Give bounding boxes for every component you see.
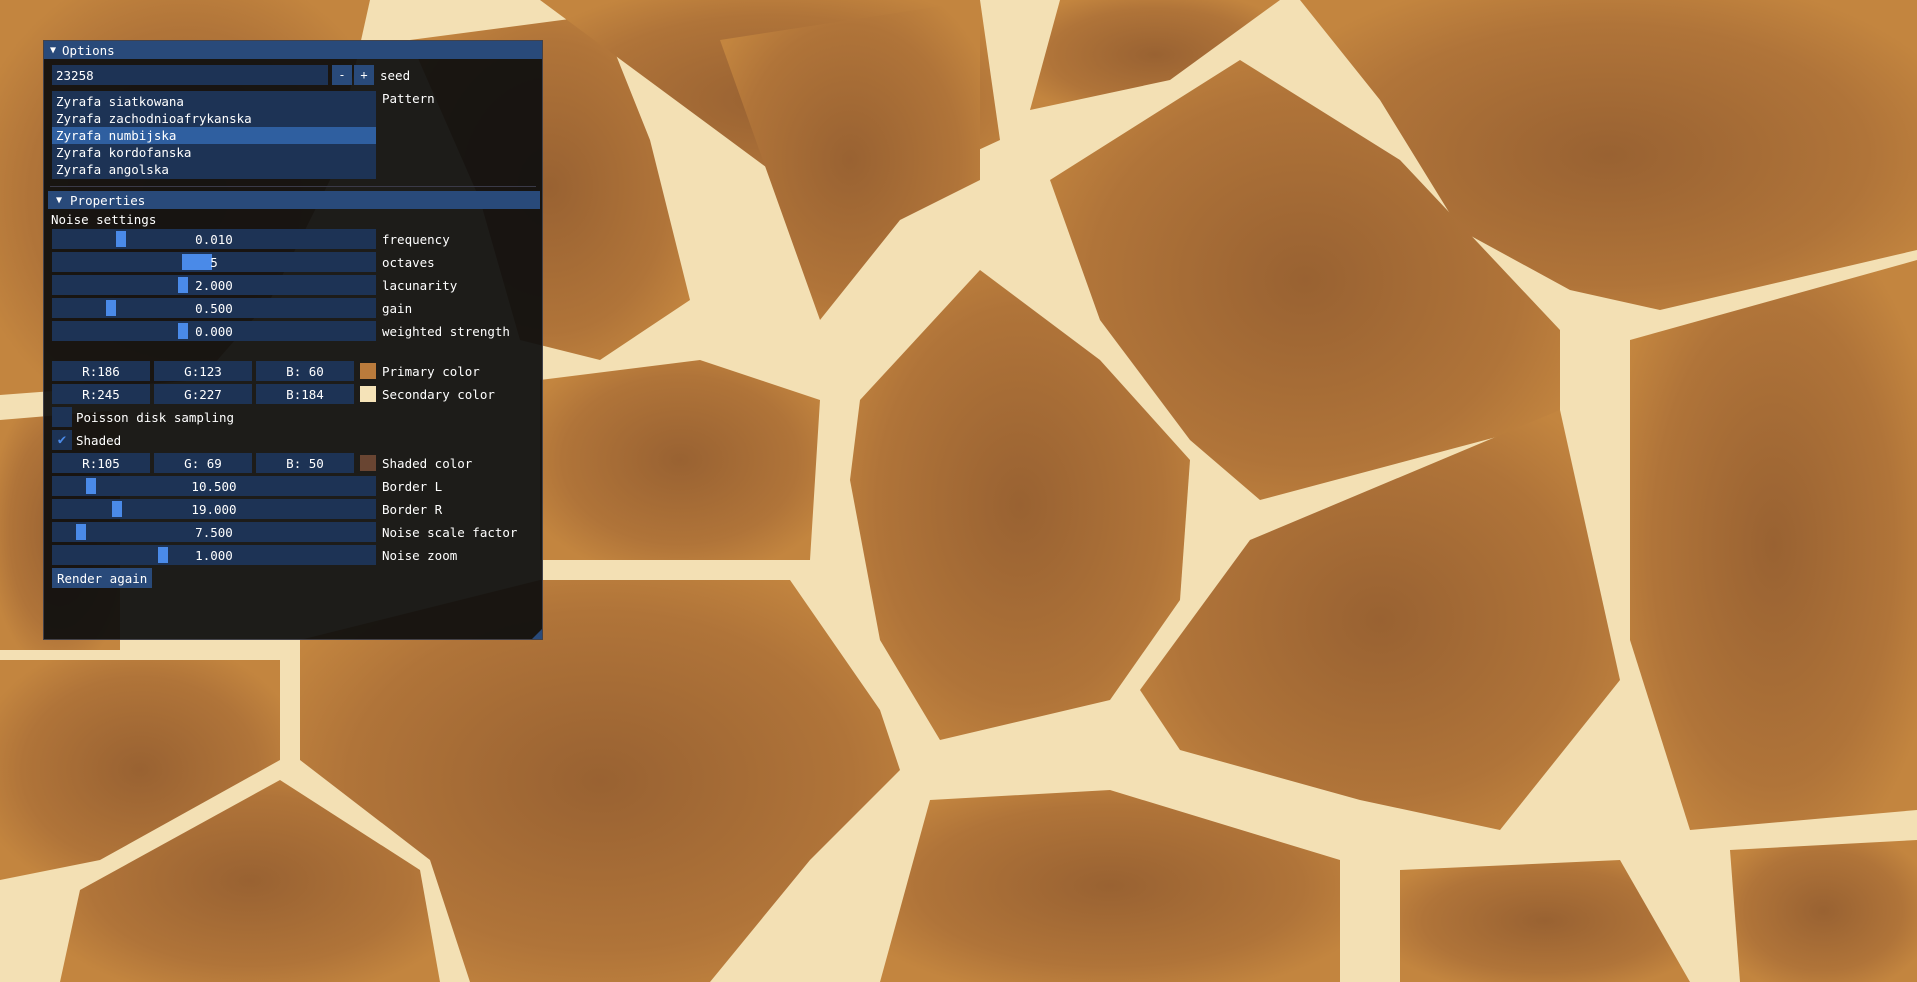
slider-row: 7.500 Noise scale factor [52, 522, 517, 542]
properties-title: Properties [70, 192, 146, 208]
slider-grab[interactable] [178, 323, 188, 339]
noise-zoom-slider[interactable]: 1.000 [52, 545, 376, 565]
window-title: Options [62, 42, 115, 58]
seed-increment-button[interactable]: + [354, 65, 374, 85]
slider-grab[interactable] [112, 501, 122, 517]
frequency-slider[interactable]: 0.010 [52, 229, 376, 249]
secondary-color-swatch[interactable] [360, 386, 376, 402]
options-titlebar[interactable]: ▼ Options [44, 41, 542, 59]
slider-grab[interactable] [86, 478, 96, 494]
shaded-row: ✔ Shaded [52, 430, 121, 450]
noise-scale-factor-slider[interactable]: 7.500 [52, 522, 376, 542]
lacunarity-slider[interactable]: 2.000 [52, 275, 376, 295]
border-r-slider[interactable]: 19.000 [52, 499, 376, 519]
octaves-label: octaves [382, 254, 435, 270]
properties-header[interactable]: ▼ Properties [48, 191, 540, 209]
noise-scale-factor-label: Noise scale factor [382, 524, 518, 540]
octaves-slider[interactable]: 5 [52, 252, 376, 272]
slider-row: 5 octaves [52, 252, 435, 272]
render-row: Render again [52, 568, 153, 588]
primary-color-swatch[interactable] [360, 363, 376, 379]
secondary-b-field[interactable]: B:184 [256, 384, 354, 404]
slider-row: 0.010 frequency [52, 229, 450, 249]
primary-color-label: Primary color [382, 363, 480, 379]
pattern-item[interactable]: Zyrafa angolska [52, 161, 376, 178]
pattern-item[interactable]: Zyrafa zachodnioafrykanska [52, 110, 376, 127]
border-l-slider[interactable]: 10.500 [52, 476, 376, 496]
slider-row: 0.000 weighted strength [52, 321, 510, 341]
primary-g-field[interactable]: G:123 [154, 361, 252, 381]
shaded-checkbox[interactable]: ✔ [52, 430, 72, 450]
weighted-strength-label: weighted strength [382, 323, 510, 339]
slider-grab[interactable] [76, 524, 86, 540]
border-r-label: Border R [382, 501, 443, 517]
shaded-color-row: R:105 G: 69 B: 50 Shaded color [52, 453, 472, 473]
seed-label: seed [380, 67, 411, 83]
pattern-item[interactable]: Zyrafa kordofanska [52, 144, 376, 161]
seed-row: 23258 - + seed [52, 65, 410, 85]
checkmark-icon: ✔ [57, 432, 67, 448]
collapse-arrow-icon[interactable]: ▼ [56, 195, 62, 206]
collapse-arrow-icon[interactable]: ▼ [50, 45, 56, 56]
shaded-r-field[interactable]: R:105 [52, 453, 150, 473]
slider-grab[interactable] [178, 277, 188, 293]
seed-input[interactable]: 23258 [52, 65, 328, 85]
secondary-color-label: Secondary color [382, 386, 495, 402]
poisson-row: Poisson disk sampling [52, 407, 234, 427]
poisson-checkbox[interactable] [52, 407, 72, 427]
weighted-strength-slider[interactable]: 0.000 [52, 321, 376, 341]
resize-grip[interactable] [532, 629, 542, 639]
options-window[interactable]: ▼ Options 23258 - + seed Zyrafa siatkowa… [43, 40, 543, 640]
secondary-r-field[interactable]: R:245 [52, 384, 150, 404]
shaded-b-field[interactable]: B: 50 [256, 453, 354, 473]
pattern-item-selected[interactable]: Zyrafa numbijska [52, 127, 376, 144]
border-l-label: Border L [382, 478, 443, 494]
noise-zoom-label: Noise zoom [382, 547, 458, 563]
slider-grab[interactable] [182, 254, 212, 270]
poisson-label: Poisson disk sampling [76, 409, 235, 425]
shaded-label: Shaded [76, 432, 122, 448]
pattern-item[interactable]: Zyrafa siatkowana [52, 93, 376, 110]
slider-grab[interactable] [106, 300, 116, 316]
secondary-g-field[interactable]: G:227 [154, 384, 252, 404]
shaded-g-field[interactable]: G: 69 [154, 453, 252, 473]
primary-b-field[interactable]: B: 60 [256, 361, 354, 381]
pattern-listbox[interactable]: Zyrafa siatkowana Zyrafa zachodnioafryka… [52, 91, 376, 179]
noise-settings-title: Noise settings [51, 212, 157, 227]
seed-decrement-button[interactable]: - [332, 65, 352, 85]
shaded-color-swatch[interactable] [360, 455, 376, 471]
pattern-label: Pattern [382, 91, 435, 106]
shaded-color-label: Shaded color [382, 455, 473, 471]
frequency-label: frequency [382, 231, 450, 247]
primary-color-row: R:186 G:123 B: 60 Primary color [52, 361, 480, 381]
slider-row: 2.000 lacunarity [52, 275, 457, 295]
render-again-button[interactable]: Render again [52, 568, 153, 588]
gain-slider[interactable]: 0.500 [52, 298, 376, 318]
slider-row: 1.000 Noise zoom [52, 545, 457, 565]
separator [50, 186, 536, 187]
slider-grab[interactable] [158, 547, 168, 563]
lacunarity-label: lacunarity [382, 277, 458, 293]
gain-label: gain [382, 300, 413, 316]
slider-grab[interactable] [116, 231, 126, 247]
slider-row: 19.000 Border R [52, 499, 442, 519]
slider-row: 0.500 gain [52, 298, 412, 318]
secondary-color-row: R:245 G:227 B:184 Secondary color [52, 384, 495, 404]
primary-r-field[interactable]: R:186 [52, 361, 150, 381]
slider-row: 10.500 Border L [52, 476, 442, 496]
